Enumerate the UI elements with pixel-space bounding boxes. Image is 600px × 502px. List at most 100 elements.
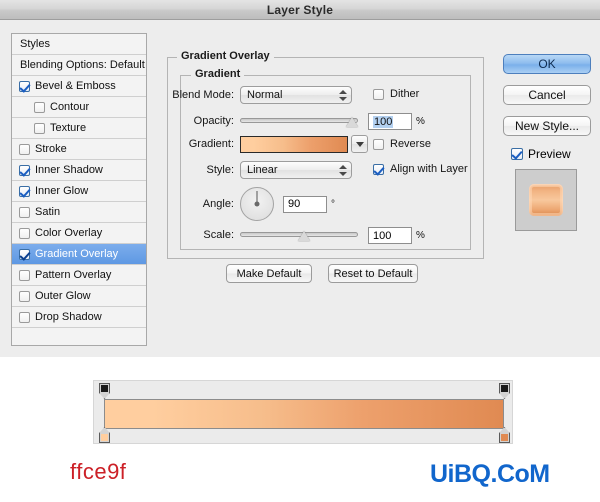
cancel-button[interactable]: Cancel	[503, 85, 591, 105]
style-item-label: Inner Glow	[35, 185, 89, 197]
style-item-outer-glow[interactable]: Outer Glow	[12, 286, 146, 307]
style-item-label: Bevel & Emboss	[35, 80, 116, 92]
blend-mode-value: Normal	[247, 89, 283, 101]
gradient-preview-bar[interactable]	[104, 399, 504, 429]
style-item-label: Color Overlay	[35, 227, 103, 239]
style-item-label: Gradient Overlay	[35, 248, 119, 260]
preview-thumbnail	[515, 169, 577, 231]
align-with-layer-label: Align with Layer	[390, 163, 468, 175]
blend-mode-select[interactable]: Normal	[240, 86, 352, 104]
color-stop-left[interactable]	[99, 427, 110, 443]
style-item-satin[interactable]: Satin	[12, 202, 146, 223]
ok-label: OK	[538, 57, 556, 71]
opacity-slider-knob[interactable]	[346, 117, 358, 127]
new-style-label: New Style...	[514, 119, 580, 133]
checkbox-inner-glow[interactable]	[19, 185, 30, 197]
checkbox-color-overlay[interactable]	[19, 227, 30, 239]
opacity-slider[interactable]	[240, 114, 358, 128]
gradient-picker-button[interactable]	[351, 135, 368, 153]
style-item-label: Satin	[35, 206, 61, 218]
checkbox-drop-shadow[interactable]	[19, 311, 30, 323]
scale-input[interactable]: 100	[368, 227, 412, 244]
style-item-drop-shadow[interactable]: Drop Shadow	[12, 307, 146, 328]
angle-dial[interactable]	[240, 187, 274, 221]
gradient-overlay-group-title: Gradient Overlay	[177, 50, 274, 62]
scale-row: Scale:	[170, 228, 358, 242]
checkbox-inner-shadow[interactable]	[19, 164, 30, 176]
opacity-input[interactable]: 100	[368, 113, 412, 130]
opacity-unit: %	[416, 116, 425, 127]
align-with-layer-row[interactable]: Align with Layer	[373, 163, 468, 175]
scale-field-row: 100 %	[368, 227, 425, 244]
gradient-swatch[interactable]	[240, 135, 348, 153]
color-stop-right[interactable]	[499, 427, 510, 443]
checkbox-stroke[interactable]	[19, 143, 30, 155]
reset-to-default-label: Reset to Default	[333, 267, 413, 280]
checkbox-align-with-layer[interactable]	[373, 163, 384, 175]
style-label: Style:	[206, 164, 234, 176]
checkbox-preview[interactable]	[511, 148, 523, 160]
checkbox-satin[interactable]	[19, 206, 30, 218]
ok-button[interactable]: OK	[503, 54, 591, 74]
angle-dial-hub	[254, 201, 260, 207]
styles-list-filler	[12, 328, 146, 345]
gradient-group-title: Gradient	[191, 68, 245, 80]
angle-input[interactable]: 90	[283, 195, 327, 213]
checkbox-pattern-overlay[interactable]	[19, 269, 30, 281]
opacity-stop-chip	[101, 385, 108, 392]
cancel-label: Cancel	[528, 88, 566, 102]
style-item-inner-glow[interactable]: Inner Glow	[12, 181, 146, 202]
dither-label: Dither	[390, 88, 420, 100]
angle-unit: °	[331, 198, 335, 210]
style-item-label: Texture	[50, 122, 87, 134]
checkbox-outer-glow[interactable]	[19, 290, 30, 302]
reverse-row[interactable]: Reverse	[373, 138, 431, 150]
checkbox-texture[interactable]	[34, 122, 45, 134]
checkbox-dither[interactable]	[373, 88, 384, 100]
style-value: Linear	[247, 164, 278, 176]
style-item-label: Outer Glow	[35, 290, 91, 302]
dither-checkbox-group[interactable]: Dither	[373, 88, 419, 100]
scale-slider-knob[interactable]	[298, 231, 311, 241]
color-stop-chip	[501, 434, 508, 441]
preview-checkbox-group[interactable]: Preview	[511, 147, 591, 161]
opacity-row: Opacity:	[170, 114, 358, 128]
reverse-checkbox-group[interactable]: Reverse	[373, 138, 431, 150]
new-style-button[interactable]: New Style...	[503, 116, 591, 136]
checkbox-gradient-overlay[interactable]	[19, 248, 30, 260]
opacity-slider-track	[240, 118, 358, 123]
style-item-label: Pattern Overlay	[35, 269, 112, 281]
preview-label: Preview	[528, 147, 571, 161]
dither-row[interactable]: Dither	[373, 88, 419, 100]
blending-options-row[interactable]: Blending Options: Default	[12, 55, 146, 76]
style-item-pattern-overlay[interactable]: Pattern Overlay	[12, 265, 146, 286]
checkbox-bevel-emboss[interactable]	[19, 80, 30, 92]
style-item-contour[interactable]: Contour	[12, 97, 146, 118]
layer-style-dialog: Layer Style Styles Blending Options: Def…	[0, 0, 600, 357]
blend-mode-label: Blend Mode:	[172, 89, 234, 101]
style-item-label: Inner Shadow	[35, 164, 103, 176]
hex-value-caption: ffce9f	[70, 459, 127, 484]
style-row: Style: Linear	[170, 161, 352, 179]
scale-slider[interactable]	[240, 228, 358, 242]
reset-to-default-button[interactable]: Reset to Default	[328, 264, 418, 283]
reverse-label: Reverse	[390, 138, 431, 150]
opacity-stop-left[interactable]	[99, 383, 110, 399]
make-default-button[interactable]: Make Default	[226, 264, 312, 283]
checkbox-contour[interactable]	[34, 101, 45, 113]
opacity-label: Opacity:	[193, 115, 234, 127]
opacity-stop-right[interactable]	[499, 383, 510, 399]
opacity-stop-chip	[501, 385, 508, 392]
style-item-color-overlay[interactable]: Color Overlay	[12, 223, 146, 244]
styles-header[interactable]: Styles	[12, 34, 146, 55]
style-select[interactable]: Linear	[240, 161, 352, 179]
angle-value: 90	[288, 198, 301, 210]
style-item-stroke[interactable]: Stroke	[12, 139, 146, 160]
align-with-layer-checkbox-group[interactable]: Align with Layer	[373, 163, 468, 175]
style-item-texture[interactable]: Texture	[12, 118, 146, 139]
style-item-gradient-overlay[interactable]: Gradient Overlay	[12, 244, 146, 265]
style-item-bevel-emboss[interactable]: Bevel & Emboss	[12, 76, 146, 97]
preview-chip-shape	[529, 184, 563, 216]
style-item-inner-shadow[interactable]: Inner Shadow	[12, 160, 146, 181]
checkbox-reverse[interactable]	[373, 138, 384, 150]
